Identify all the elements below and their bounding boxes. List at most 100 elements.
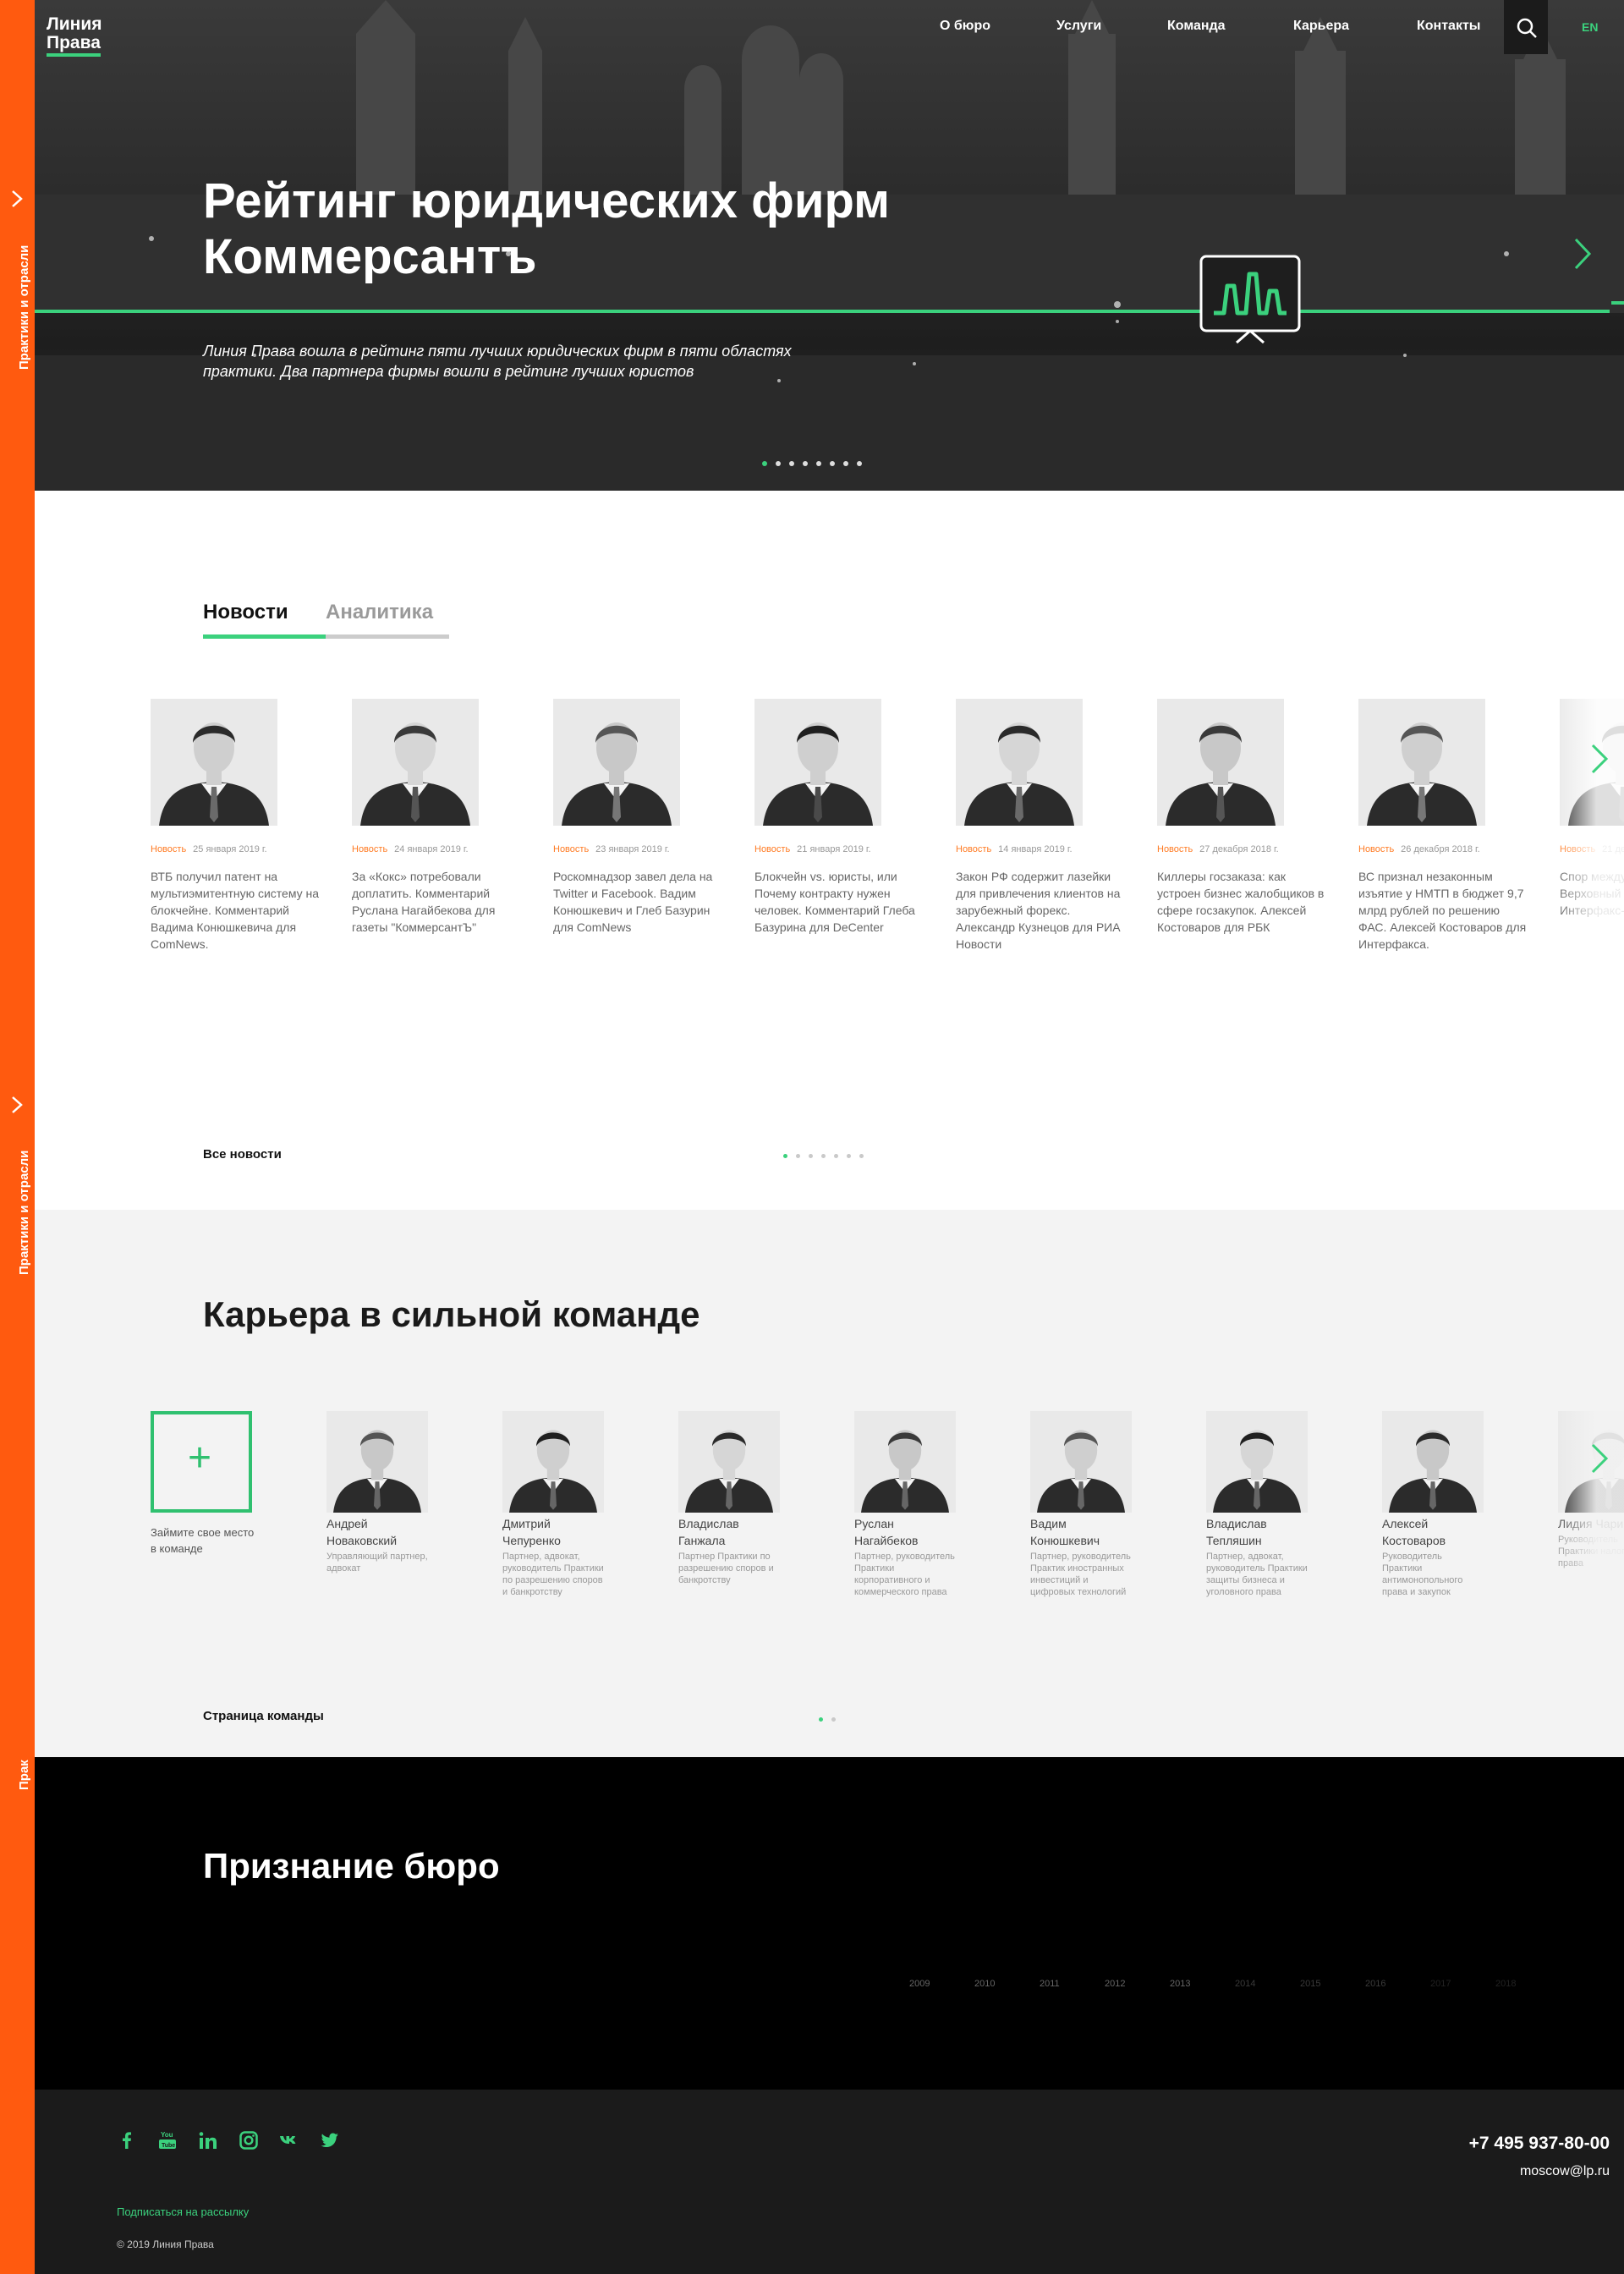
- rail-label-practices[interactable]: Практики и отрасли: [17, 1151, 31, 1275]
- news-card[interactable]: Новость 27 декабря 2018 г. Киллеры госзака…: [1157, 699, 1326, 936]
- news-headline[interactable]: Роскомнадзор завел дела на Twitter и Fac…: [553, 868, 722, 936]
- news-tag[interactable]: Новость: [956, 844, 991, 854]
- nav-about[interactable]: О бюро: [940, 19, 990, 34]
- hero-next-arrow-icon[interactable]: [1572, 237, 1593, 271]
- pagination-dot[interactable]: [847, 1154, 851, 1158]
- team-member-card[interactable]: Владислав Ганжала Партнер Практики по раз…: [678, 1411, 780, 1586]
- vk-icon[interactable]: [279, 2130, 320, 2156]
- timeline-year[interactable]: 2014: [1235, 1979, 1255, 1989]
- team-member-card[interactable]: Дмитрий Чепуренко Партнер, адвокат, руков…: [502, 1411, 604, 1598]
- news-headline[interactable]: ВТБ получил патент на мультиэмитентную с…: [151, 868, 320, 953]
- team-member-name[interactable]: Алексей Костоваров: [1382, 1515, 1484, 1549]
- news-tag[interactable]: Новость: [553, 844, 589, 854]
- all-news-link[interactable]: Все новости: [203, 1147, 282, 1162]
- chevron-right-icon[interactable]: [10, 1096, 24, 1114]
- news-next-arrow-icon[interactable]: [1589, 743, 1610, 775]
- news-photo[interactable]: [553, 699, 680, 826]
- pagination-dot[interactable]: [819, 1717, 823, 1722]
- timeline-year[interactable]: 2018: [1495, 1979, 1516, 1989]
- team-member-photo[interactable]: [1382, 1411, 1484, 1513]
- news-card[interactable]: Новость 24 января 2019 г. За «Кокс» потреб…: [352, 699, 521, 936]
- pagination-dot[interactable]: [816, 461, 821, 466]
- news-card[interactable]: Новость 25 января 2019 г. ВТБ получил пате…: [151, 699, 320, 953]
- timeline-year[interactable]: 2011: [1040, 1979, 1060, 1989]
- pagination-dot[interactable]: [843, 461, 848, 466]
- news-headline[interactable]: ВС признал незаконным изъятие у НМТП в б…: [1358, 868, 1528, 953]
- facebook-icon[interactable]: [117, 2130, 157, 2156]
- nav-team[interactable]: Команда: [1167, 19, 1226, 34]
- linkedin-icon[interactable]: [198, 2130, 239, 2156]
- pagination-dot[interactable]: [803, 461, 808, 466]
- pagination-dot[interactable]: [859, 1154, 864, 1158]
- chevron-right-icon[interactable]: [10, 190, 24, 208]
- rail-label-practices[interactable]: Прак: [17, 1760, 31, 1790]
- tab-news[interactable]: Новости: [203, 601, 326, 639]
- language-switch[interactable]: EN: [1582, 20, 1598, 34]
- team-member-name[interactable]: Владислав Ганжала: [678, 1515, 780, 1549]
- rail-label-practices[interactable]: Практики и отрасли: [17, 245, 31, 370]
- timeline-year[interactable]: 2016: [1365, 1979, 1385, 1989]
- team-member-photo[interactable]: [678, 1411, 780, 1513]
- pagination-dot[interactable]: [830, 461, 835, 466]
- team-member-name[interactable]: Руслан Нагайбеков: [854, 1515, 956, 1549]
- team-page-link[interactable]: Страница команды: [203, 1709, 324, 1723]
- pagination-dot[interactable]: [834, 1154, 838, 1158]
- team-member-photo[interactable]: [1206, 1411, 1308, 1513]
- team-member-card[interactable]: Вадим Конюшкевич Партнер, руководитель Пр…: [1030, 1411, 1132, 1598]
- team-member-name[interactable]: Владислав Тепляшин: [1206, 1515, 1308, 1549]
- timeline-year[interactable]: 2012: [1105, 1979, 1125, 1989]
- instagram-icon[interactable]: [239, 2130, 279, 2156]
- news-card[interactable]: Новость 21 января 2019 г. Блокчейн vs. юри…: [754, 699, 924, 936]
- timeline-year[interactable]: 2015: [1300, 1979, 1320, 1989]
- timeline-year[interactable]: 2013: [1170, 1979, 1190, 1989]
- join-team-button[interactable]: +: [151, 1411, 252, 1513]
- timeline-year[interactable]: 2017: [1430, 1979, 1451, 1989]
- team-member-photo[interactable]: [502, 1411, 604, 1513]
- pagination-dot[interactable]: [776, 461, 781, 466]
- timeline-year[interactable]: 2010: [974, 1979, 995, 1989]
- news-headline[interactable]: За «Кокс» потребовали доплатить. Коммент…: [352, 868, 521, 936]
- nav-services[interactable]: Услуги: [1056, 19, 1101, 34]
- pagination-dot[interactable]: [789, 461, 794, 466]
- search-button[interactable]: [1504, 0, 1548, 54]
- subscribe-link[interactable]: Подписаться на рассылку: [117, 2205, 249, 2218]
- news-card[interactable]: Новость 26 декабря 2018 г. ВС признал неза…: [1358, 699, 1528, 953]
- news-headline[interactable]: Киллеры госзаказа: как устроен бизнес жа…: [1157, 868, 1326, 936]
- team-member-card[interactable]: Руслан Нагайбеков Партнер, руководитель П…: [854, 1411, 956, 1598]
- team-member-card[interactable]: Алексей Костоваров Руководитель Практики …: [1382, 1411, 1484, 1598]
- news-tag[interactable]: Новость: [1358, 844, 1394, 854]
- team-member-photo[interactable]: [854, 1411, 956, 1513]
- timeline-year[interactable]: 2009: [909, 1979, 930, 1989]
- team-member-card[interactable]: Андрей Новаковский Управляющий партнер, а…: [326, 1411, 428, 1574]
- team-member-name[interactable]: Вадим Конюшкевич: [1030, 1515, 1132, 1549]
- pagination-dot[interactable]: [831, 1717, 836, 1722]
- pagination-dot[interactable]: [821, 1154, 826, 1158]
- phone-number[interactable]: +7 495 937-80-00: [1469, 2134, 1610, 2154]
- news-photo[interactable]: [1358, 699, 1485, 826]
- news-photo[interactable]: [151, 699, 277, 826]
- team-member-card[interactable]: Владислав Тепляшин Партнер, адвокат, руко…: [1206, 1411, 1308, 1598]
- news-photo[interactable]: [1157, 699, 1284, 826]
- team-next-arrow-icon[interactable]: [1589, 1442, 1610, 1475]
- logo[interactable]: Линия Права: [47, 15, 102, 57]
- pagination-dot[interactable]: [762, 461, 767, 466]
- pagination-dot[interactable]: [783, 1154, 787, 1158]
- tab-analytics[interactable]: Аналитика: [326, 601, 449, 639]
- news-tag[interactable]: Новость: [352, 844, 387, 854]
- twitter-icon[interactable]: [320, 2130, 360, 2156]
- nav-contacts[interactable]: Контакты: [1417, 19, 1480, 34]
- news-card[interactable]: Новость 23 января 2019 г. Роскомнадзор зав…: [553, 699, 722, 936]
- pagination-dot[interactable]: [796, 1154, 800, 1158]
- news-headline[interactable]: Блокчейн vs. юристы, или Почему контракт…: [754, 868, 924, 936]
- news-tag[interactable]: Новость: [754, 844, 790, 854]
- news-photo[interactable]: [956, 699, 1083, 826]
- news-photo[interactable]: [352, 699, 479, 826]
- news-photo[interactable]: [754, 699, 881, 826]
- news-tag[interactable]: Новость: [151, 844, 186, 854]
- team-member-name[interactable]: Андрей Новаковский: [326, 1515, 428, 1549]
- email-link[interactable]: moscow@lp.ru: [1520, 2164, 1610, 2179]
- team-member-photo[interactable]: [326, 1411, 428, 1513]
- nav-career[interactable]: Карьера: [1293, 19, 1349, 34]
- team-member-photo[interactable]: [1030, 1411, 1132, 1513]
- news-headline[interactable]: Закон РФ содержит лазейки для привлечени…: [956, 868, 1125, 953]
